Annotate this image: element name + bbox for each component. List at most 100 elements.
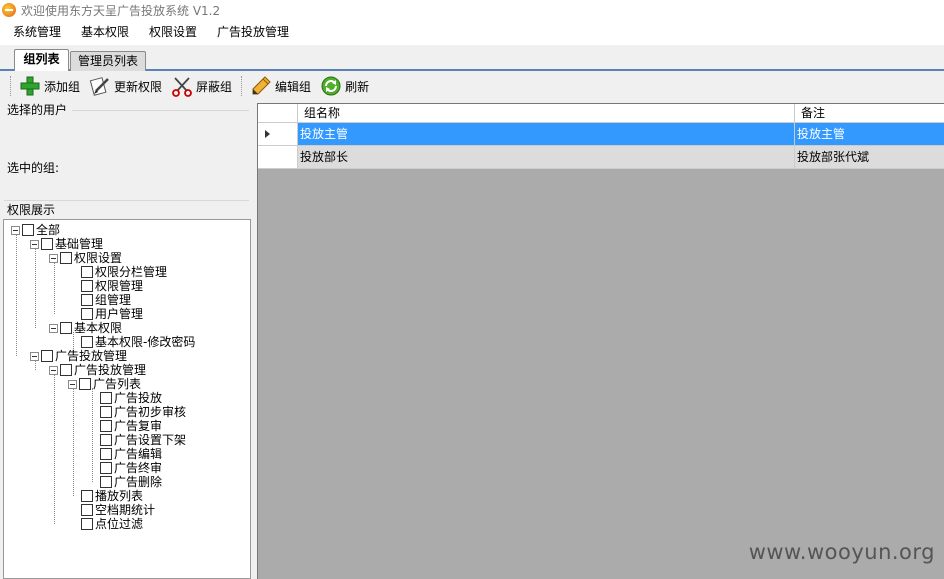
checkbox[interactable] [81, 518, 93, 530]
cell-group-name[interactable]: 投放主管 [298, 123, 795, 146]
tree-node-basic-perm-pwd[interactable]: 基本权限-修改密码 [81, 335, 195, 349]
collapse-icon[interactable] [49, 365, 58, 375]
tree-node-root[interactable]: 全部 [11, 223, 60, 237]
selected-user-label: 选择的用户 [7, 103, 68, 117]
row-header[interactable] [258, 146, 298, 169]
tree-node-user-mgmt[interactable]: 用户管理 [81, 307, 143, 321]
permission-tree[interactable]: 全部 基础管理 权限设置 权限分栏管理 权限管理 组管理 用户管理 基本权限 基… [3, 219, 251, 579]
watermark: www.wooyun.org [748, 540, 935, 564]
row-header-corner [258, 104, 298, 122]
divider [72, 110, 249, 111]
window-title: 欢迎使用东方天呈广告投放系统 V1.2 [21, 3, 221, 18]
row-header[interactable] [258, 123, 298, 146]
collapse-icon[interactable] [49, 323, 58, 333]
update-perm-label: 更新权限 [114, 79, 163, 94]
tree-node-ad-delete[interactable]: 广告删除 [100, 475, 162, 489]
current-row-arrow-icon [265, 130, 270, 138]
checkbox[interactable] [60, 322, 72, 334]
checkbox[interactable] [100, 406, 112, 418]
edit-group-button[interactable]: 编辑组 [250, 75, 311, 97]
collapse-icon[interactable] [68, 379, 77, 389]
pencil-icon [250, 75, 272, 97]
menu-perm-settings[interactable]: 权限设置 [139, 20, 207, 45]
tree-node-ad-list[interactable]: 广告列表 [68, 377, 141, 391]
tree-node-group-mgmt[interactable]: 组管理 [81, 293, 131, 307]
tree-node-ad-edit[interactable]: 广告编辑 [100, 447, 162, 461]
grid-header: 组名称 备注 [258, 104, 944, 123]
column-header-group-name[interactable]: 组名称 [298, 104, 795, 122]
table-row[interactable]: 投放主管 投放主管 [258, 123, 944, 146]
tree-node-ad-place[interactable]: 广告投放 [100, 391, 162, 405]
checkbox[interactable] [41, 350, 53, 362]
refresh-label: 刷新 [345, 79, 370, 94]
tree-node-ad-final[interactable]: 广告终审 [100, 461, 162, 475]
scissors-icon [171, 75, 193, 97]
checkbox[interactable] [100, 462, 112, 474]
checkbox[interactable] [100, 392, 112, 404]
plus-icon [19, 75, 41, 97]
tree-node-basic-perm[interactable]: 基本权限 [49, 321, 122, 335]
menu-ad-management[interactable]: 广告投放管理 [207, 20, 299, 45]
checkbox[interactable] [81, 504, 93, 516]
block-group-button[interactable]: 屏蔽组 [171, 75, 232, 97]
checkbox[interactable] [81, 294, 93, 306]
tab-admin-list[interactable]: 管理员列表 [70, 51, 146, 71]
menu-basic-perm[interactable]: 基本权限 [71, 20, 139, 45]
collapse-icon[interactable] [30, 239, 39, 249]
tree-node-perm-column-mgmt[interactable]: 权限分栏管理 [81, 265, 167, 279]
tree-node-vacancy-stats[interactable]: 空档期统计 [81, 503, 155, 517]
group-data-grid[interactable]: 组名称 备注 投放主管 投放主管 投放部长 投放部张代斌 [257, 103, 944, 579]
tree-node-perm-settings[interactable]: 权限设置 [49, 251, 122, 265]
checkbox[interactable] [100, 476, 112, 488]
collapse-icon[interactable] [49, 253, 58, 263]
checkbox[interactable] [81, 336, 93, 348]
tree-node-ad-mgmt-sub[interactable]: 广告投放管理 [49, 363, 146, 377]
add-group-label: 添加组 [44, 79, 81, 94]
add-group-button[interactable]: 添加组 [19, 75, 80, 97]
tree-node-ad-initial-review[interactable]: 广告初步审核 [100, 405, 186, 419]
checkbox[interactable] [81, 280, 93, 292]
refresh-button[interactable]: 刷新 [320, 75, 369, 97]
checkbox[interactable] [81, 490, 93, 502]
tree-node-ad-recheck[interactable]: 广告复审 [100, 419, 162, 433]
tree-node-basic-mgmt[interactable]: 基础管理 [30, 237, 103, 251]
table-row[interactable]: 投放部长 投放部张代斌 [258, 146, 944, 169]
selected-group-label: 选中的组: [7, 161, 60, 175]
column-header-remark[interactable]: 备注 [795, 104, 944, 122]
checkbox[interactable] [79, 378, 91, 390]
app-logo-icon [2, 3, 16, 17]
tree-node-slot-filter[interactable]: 点位过滤 [81, 517, 143, 531]
title-bar: 欢迎使用东方天呈广告投放系统 V1.2 [0, 0, 944, 20]
toolbar: 添加组 更新权限 屏蔽组 编辑组 刷新 [0, 71, 944, 101]
menu-system[interactable]: 系统管理 [3, 20, 71, 45]
cell-remark[interactable]: 投放部张代斌 [795, 146, 944, 169]
menu-bar: 系统管理 基本权限 权限设置 广告投放管理 [0, 20, 944, 45]
edit-group-label: 编辑组 [275, 79, 312, 94]
checkbox[interactable] [60, 252, 72, 264]
checkbox[interactable] [22, 224, 34, 236]
left-panel: 选择的用户 选中的组: 权限展示 全部 基础管理 权限设置 权限分栏管理 权限管… [0, 101, 255, 579]
checkbox[interactable] [60, 364, 72, 376]
tab-group-list[interactable]: 组列表 [14, 49, 69, 71]
tree-node-ad-mgmt[interactable]: 广告投放管理 [30, 349, 127, 363]
cell-remark[interactable]: 投放主管 [795, 123, 944, 146]
refresh-icon [320, 75, 342, 97]
checkbox[interactable] [81, 266, 93, 278]
tab-strip: 组列表 管理员列表 [0, 45, 944, 71]
collapse-icon[interactable] [11, 225, 20, 235]
toolbar-separator [241, 76, 243, 96]
perm-display-label: 权限展示 [7, 203, 56, 217]
tree-node-perm-mgmt[interactable]: 权限管理 [81, 279, 143, 293]
tree-node-ad-unlist[interactable]: 广告设置下架 [100, 433, 186, 447]
toolbar-grip [10, 76, 11, 96]
tree-node-play-list[interactable]: 播放列表 [81, 489, 143, 503]
collapse-icon[interactable] [30, 351, 39, 361]
checkbox[interactable] [100, 448, 112, 460]
checkbox[interactable] [100, 420, 112, 432]
update-perm-button[interactable]: 更新权限 [89, 75, 162, 97]
checkbox[interactable] [81, 308, 93, 320]
edit-document-icon [89, 75, 111, 97]
checkbox[interactable] [100, 434, 112, 446]
checkbox[interactable] [41, 238, 53, 250]
cell-group-name[interactable]: 投放部长 [298, 146, 795, 169]
